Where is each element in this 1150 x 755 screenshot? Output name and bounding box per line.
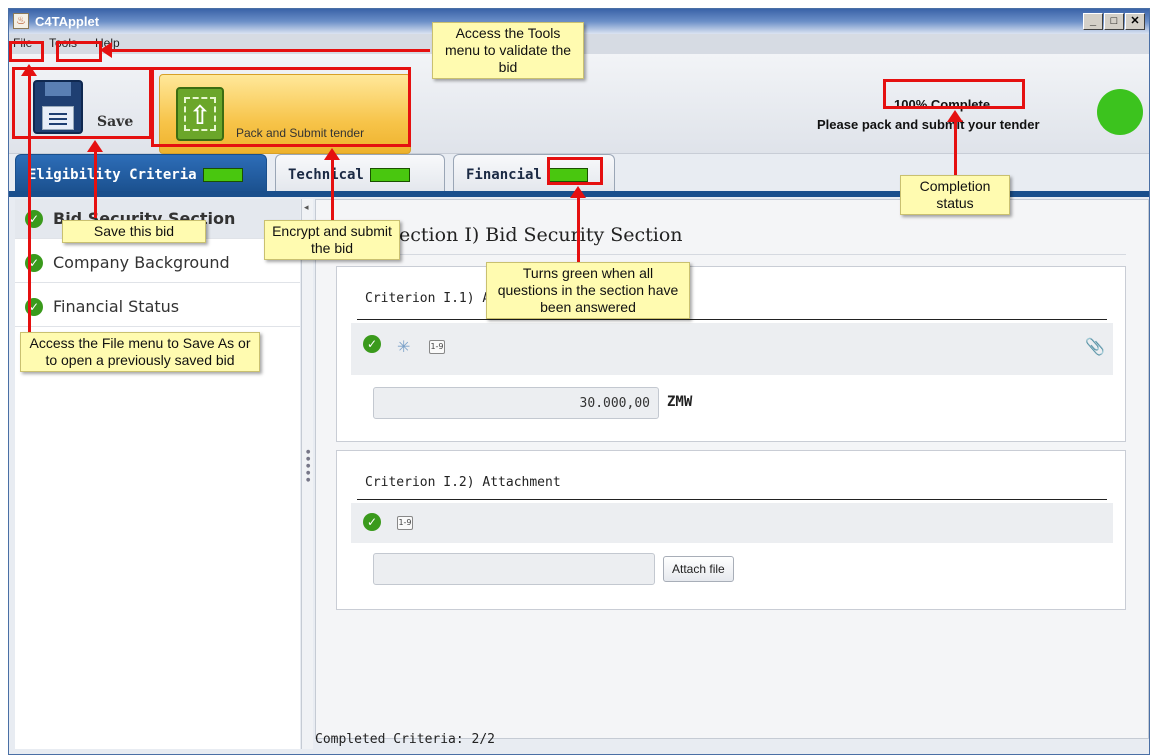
file-arrow-line	[28, 75, 31, 332]
paperclip-icon[interactable]: 📎	[1085, 337, 1105, 356]
completion-arrow-line	[954, 120, 957, 176]
tab-label: Financial	[466, 167, 542, 183]
section-panel: Section I) Bid Security Section Criterio…	[315, 199, 1149, 739]
status-indicator-icon	[1097, 89, 1143, 135]
criterion-toolbar: ✓ ✳ 1-9 📎	[351, 323, 1113, 375]
currency-unit: ZMW	[667, 394, 693, 410]
pack-arrow-line	[331, 158, 334, 220]
completed-criteria: Completed Criteria: 2/2	[315, 732, 496, 747]
criterion-divider	[357, 319, 1107, 320]
check-icon: ✓	[363, 335, 381, 353]
file-arrowhead	[21, 64, 37, 76]
save-arrow-line	[94, 150, 97, 218]
maximize-button[interactable]: □	[1104, 13, 1124, 30]
completion-message: Please pack and submit your tender	[817, 117, 1040, 132]
criterion-label: Criterion I.2) Attachment	[365, 475, 561, 490]
criterion-card: Criterion I.1) Amount ✓ ✳ 1-9 📎 30.000,0…	[336, 266, 1126, 442]
tab-technical[interactable]: Technical	[275, 154, 445, 194]
java-icon: ♨	[13, 13, 29, 29]
criterion-card: Criterion I.2) Attachment ✓ 1-9 Attach f…	[336, 450, 1126, 610]
financial-arrow-line	[577, 196, 580, 262]
save-highlight	[12, 67, 152, 139]
turns-green-callout: Turns green when all questions in the se…	[486, 262, 690, 319]
splitter-handle[interactable]: ◂ ● ● ● ● ●	[301, 199, 313, 749]
required-asterisk-icon: ✳	[397, 337, 411, 356]
pack-highlight	[151, 67, 411, 147]
tools-menu-highlight	[56, 41, 102, 62]
encrypt-callout: Encrypt and submit the bid	[264, 220, 400, 260]
completion-arrowhead	[947, 110, 963, 122]
tab-progress-bar	[202, 168, 243, 182]
sidebar-item-company-background[interactable]: ✓ Company Background	[15, 243, 300, 283]
completion-callout: Completion status	[900, 175, 1010, 215]
criterion-toolbar: ✓ 1-9	[351, 503, 1113, 543]
tools-arrowhead	[100, 42, 112, 58]
save-arrowhead	[87, 140, 103, 152]
sidebar-item-label: Financial Status	[53, 297, 180, 316]
sidebar: ✓ Bid Security Section ✓ Company Backgro…	[15, 199, 300, 749]
numeric-type-icon: 1-9	[429, 340, 445, 354]
title-divider	[346, 254, 1126, 255]
window-title: C4TApplet	[35, 14, 100, 29]
save-callout: Save this bid	[62, 220, 206, 243]
section-title: Section I) Bid Security Section	[386, 224, 683, 246]
financial-arrowhead	[570, 186, 586, 198]
tab-label: Eligibility Criteria	[28, 167, 197, 183]
grip-dots-icon: ● ● ● ● ●	[306, 449, 311, 483]
attach-file-button[interactable]: Attach file	[663, 556, 734, 582]
financial-bar-highlight	[547, 157, 603, 185]
amount-field[interactable]: 30.000,00	[373, 387, 659, 419]
tools-arrow-line	[110, 49, 430, 52]
file-menu-callout: Access the File menu to Save As or to op…	[20, 332, 260, 372]
tab-eligibility-criteria[interactable]: Eligibility Criteria	[15, 154, 267, 194]
sidebar-item-label: Company Background	[53, 253, 230, 272]
check-icon: ✓	[363, 513, 381, 531]
tab-label: Technical	[288, 167, 364, 183]
completion-highlight	[883, 79, 1025, 109]
attachment-field[interactable]	[373, 553, 655, 585]
sidebar-item-financial-status[interactable]: ✓ Financial Status	[15, 287, 300, 327]
criterion-divider	[357, 499, 1107, 500]
tools-menu-callout: Access the Tools menu to validate the bi…	[432, 22, 584, 79]
collapse-arrow-icon[interactable]: ◂	[304, 203, 309, 213]
numeric-type-icon: 1-9	[397, 516, 413, 530]
close-button[interactable]: ✕	[1125, 13, 1145, 30]
pack-arrowhead	[324, 148, 340, 160]
file-menu-highlight	[9, 41, 44, 62]
tab-progress-bar	[369, 168, 410, 182]
minimize-button[interactable]: _	[1083, 13, 1103, 30]
